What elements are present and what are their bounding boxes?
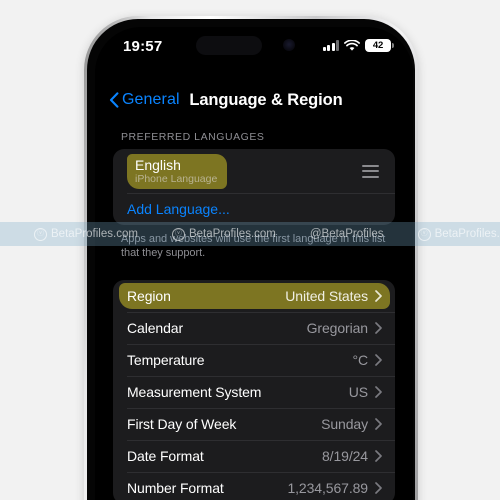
languages-footer-note: Apps and websites will use the first lan… bbox=[121, 233, 386, 260]
phone-screen: 19:57 42 General Language & Region PREFE… bbox=[95, 27, 413, 500]
region-settings-card: Region United States Calendar Gregorian Temp… bbox=[113, 280, 395, 500]
status-indicators: 42 bbox=[322, 39, 394, 52]
settings-row[interactable]: Number Format 1,234,567.89 bbox=[113, 472, 395, 500]
settings-row-value: Sunday bbox=[321, 416, 368, 433]
cellular-bars-icon bbox=[322, 40, 339, 51]
settings-row-value: United States bbox=[285, 288, 368, 305]
settings-row-right: 1,234,567.89 bbox=[287, 480, 382, 496]
chevron-right-icon bbox=[375, 354, 382, 367]
navigation-bar: General Language & Region bbox=[95, 89, 413, 123]
settings-content: PREFERRED LANGUAGES English iPhone Langu… bbox=[95, 131, 413, 500]
status-bar: 19:57 42 bbox=[95, 27, 413, 71]
settings-row-label: Date Format bbox=[127, 448, 204, 465]
preferred-languages-header: PREFERRED LANGUAGES bbox=[121, 131, 265, 143]
settings-row[interactable]: Temperature °C bbox=[113, 344, 395, 376]
settings-row-label: Region bbox=[127, 288, 171, 305]
add-language-row[interactable]: Add Language... bbox=[113, 193, 395, 225]
chevron-right-icon bbox=[375, 450, 382, 463]
page-title: Language & Region bbox=[189, 91, 343, 109]
settings-row[interactable]: First Day of Week Sunday bbox=[113, 408, 395, 440]
settings-row-right: US bbox=[349, 384, 382, 400]
watermark-label: BetaProfiles.com bbox=[434, 228, 500, 240]
settings-row[interactable]: Calendar Gregorian bbox=[113, 312, 395, 344]
language-highlight-marker: English iPhone Language bbox=[127, 153, 228, 189]
chevron-right-icon bbox=[375, 482, 382, 495]
settings-row-label: Number Format bbox=[127, 480, 224, 497]
reorder-handle-icon[interactable] bbox=[362, 164, 382, 178]
settings-row-right: 8/19/24 bbox=[322, 448, 382, 464]
settings-row[interactable]: Region United States bbox=[113, 280, 395, 312]
settings-row-right: Gregorian bbox=[307, 320, 382, 336]
settings-row-right: °C bbox=[352, 352, 382, 368]
settings-row[interactable]: Date Format 8/19/24 bbox=[113, 440, 395, 472]
chevron-right-icon bbox=[375, 418, 382, 431]
wifi-icon bbox=[344, 39, 360, 52]
chevron-right-icon bbox=[375, 322, 382, 335]
watermark-item: ⓥBetaProfiles.com bbox=[417, 227, 500, 241]
language-row-english[interactable]: English iPhone Language bbox=[113, 149, 395, 193]
dynamic-island bbox=[196, 36, 262, 55]
battery-level-label: 42 bbox=[372, 39, 384, 51]
settings-row-value: 8/19/24 bbox=[321, 448, 368, 465]
settings-row-label: First Day of Week bbox=[127, 416, 237, 433]
settings-row-right: Sunday bbox=[321, 416, 382, 432]
iphone-device-frame: 19:57 42 General Language & Region PREFE… bbox=[84, 16, 418, 500]
front-camera-icon bbox=[283, 39, 295, 51]
settings-row-value: 1,234,567.89 bbox=[287, 480, 368, 497]
language-name: English bbox=[135, 156, 181, 173]
settings-row-label: Calendar bbox=[127, 320, 184, 337]
watermark-badge-icon: ⓥ bbox=[34, 227, 47, 241]
settings-row-value: °C bbox=[352, 352, 368, 369]
language-subtitle: iPhone Language bbox=[135, 172, 218, 185]
settings-row[interactable]: Measurement System US bbox=[113, 376, 395, 408]
settings-row-label: Temperature bbox=[127, 352, 205, 369]
watermark-badge-icon: ⓥ bbox=[417, 227, 431, 241]
settings-row-value: Gregorian bbox=[306, 320, 368, 337]
chevron-right-icon bbox=[375, 386, 382, 399]
status-time: 19:57 bbox=[123, 38, 163, 55]
settings-row-value: US bbox=[348, 384, 368, 401]
settings-row-right: United States bbox=[285, 288, 382, 304]
battery-icon: 42 bbox=[365, 39, 394, 52]
settings-row-label: Measurement System bbox=[127, 384, 262, 401]
screenshot-stage: 19:57 42 General Language & Region PREFE… bbox=[0, 0, 500, 500]
add-language-label: Add Language... bbox=[127, 201, 230, 217]
chevron-right-icon bbox=[375, 290, 382, 303]
preferred-languages-card: English iPhone Language Add Language... bbox=[113, 149, 395, 225]
device-bezel: 19:57 42 General Language & Region PREFE… bbox=[87, 19, 415, 500]
